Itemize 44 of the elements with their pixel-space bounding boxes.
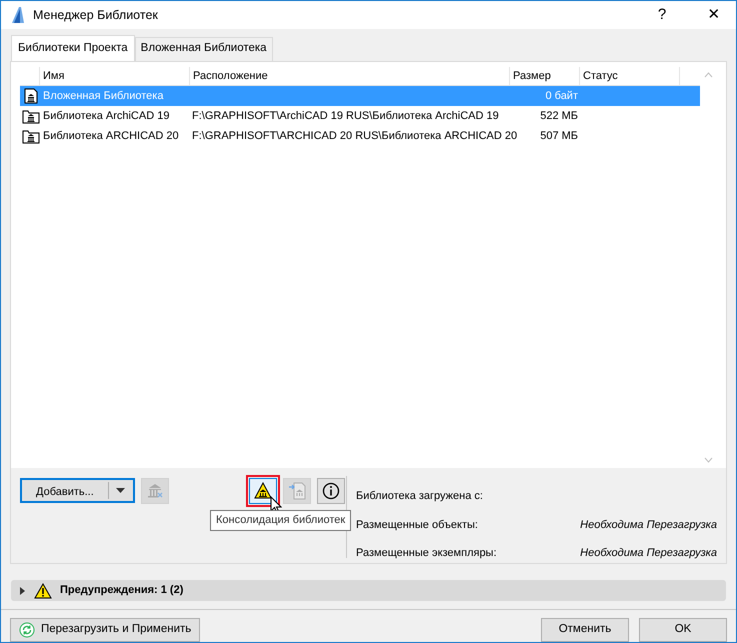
info-value: Необходима Перезагрузка <box>580 518 717 533</box>
column-header[interactable]: Статус <box>580 67 680 86</box>
info-label: Библиотека загружена с: <box>356 489 484 504</box>
info-label: Размещенные объекты: <box>356 518 478 533</box>
cancel-button[interactable]: Отменить <box>541 618 629 642</box>
tab[interactable]: Вложенная Библиотека <box>134 37 273 62</box>
tooltip: Консолидация библиотек <box>210 510 352 531</box>
table-cell-text: Библиотека ArchiCAD 19 <box>43 109 170 124</box>
table-cell-text: Вложенная Библиотека <box>43 89 164 104</box>
info-label: Размещенные экземпляры: <box>356 546 497 562</box>
scroll-down-icon[interactable] <box>704 457 713 464</box>
scroll-up-icon[interactable] <box>704 72 713 78</box>
reload-apply-button[interactable]: Перезагрузить и Применить <box>10 618 200 642</box>
remove-library-icon <box>146 482 164 500</box>
tab[interactable]: Библиотеки Проекта <box>11 35 135 62</box>
expand-arrow-icon[interactable] <box>18 586 26 595</box>
table-cell: 507 МБ <box>540 130 578 142</box>
warning-icon <box>34 582 52 599</box>
warnings-bar[interactable]: Предупреждения: 1 (2) <box>11 580 726 601</box>
window-title: Менеджер Библиотек <box>33 6 159 24</box>
ok-button[interactable]: OK <box>639 618 727 642</box>
info-button[interactable] <box>316 478 345 504</box>
table-row[interactable]: Библиотека ArchiCAD 19 F:\GRAPHISOFT\ArchiCAD 19 RUS\Библиотека ArchiCAD 19 522 МБ <box>20 106 700 126</box>
table-cell: F:\GRAPHISOFT\ARCHICAD 20 RUS\Библиотека ARCHICAD 20 <box>192 130 518 142</box>
document-library-icon <box>22 88 40 104</box>
table-cell: F:\GRAPHISOFT\ArchiCAD 19 RUS\Библиотека ArchiCAD 19 <box>192 110 499 122</box>
table-cell: 522 МБ <box>540 110 578 122</box>
app-logo-icon <box>11 6 25 24</box>
table-row[interactable]: Библиотека ARCHICAD 20 F:\GRAPHISOFT\ARCHICAD 20 RUS\Библиотека ARCHICAD 20 507 МБ <box>20 126 700 146</box>
info-value: Необходима Перезагрузка <box>580 546 717 562</box>
close-button[interactable]: ✕ <box>692 4 736 26</box>
column-header[interactable]: Имя <box>40 67 190 86</box>
column-header[interactable]: Размер <box>510 67 580 86</box>
consolidate-button[interactable] <box>248 478 277 504</box>
refresh-icon <box>19 622 35 638</box>
warning-library-icon <box>254 482 272 500</box>
info-icon <box>322 482 340 500</box>
export-library-icon <box>288 482 306 500</box>
help-button[interactable]: ? <box>640 4 684 26</box>
column-header[interactable]: Расположение <box>190 67 510 86</box>
table-cell: 0 байт <box>545 90 578 102</box>
table-cell-text: Библиотека ARCHICAD 20 <box>43 129 179 144</box>
caret-icon <box>116 488 126 494</box>
add-split-button[interactable]: Добавить... <box>20 478 135 504</box>
